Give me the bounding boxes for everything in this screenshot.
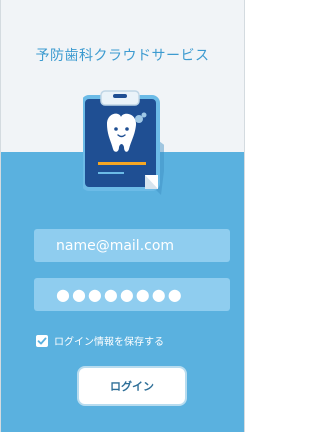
- remember-checkbox[interactable]: [36, 334, 48, 347]
- login-button[interactable]: ログイン: [77, 366, 187, 406]
- remember-login-option[interactable]: ログイン情報を保存する: [36, 333, 164, 348]
- email-field[interactable]: name@mail.com: [34, 229, 230, 262]
- app-title: 予防歯科クラウドサービス: [35, 48, 210, 64]
- tooth-clipboard-icon: [81, 89, 167, 197]
- password-value: ●●●●●●●●: [56, 285, 184, 304]
- checkmark-icon: [37, 337, 47, 344]
- email-value: name@mail.com: [56, 237, 175, 254]
- remember-label: ログイン情報を保存する: [54, 337, 164, 348]
- login-screen: 予防歯科クラウドサービス name@mail.com ●●●●●●●● ログイン…: [0, 0, 245, 432]
- login-button-label: ログイン: [110, 380, 154, 393]
- password-field[interactable]: ●●●●●●●●: [34, 278, 230, 311]
